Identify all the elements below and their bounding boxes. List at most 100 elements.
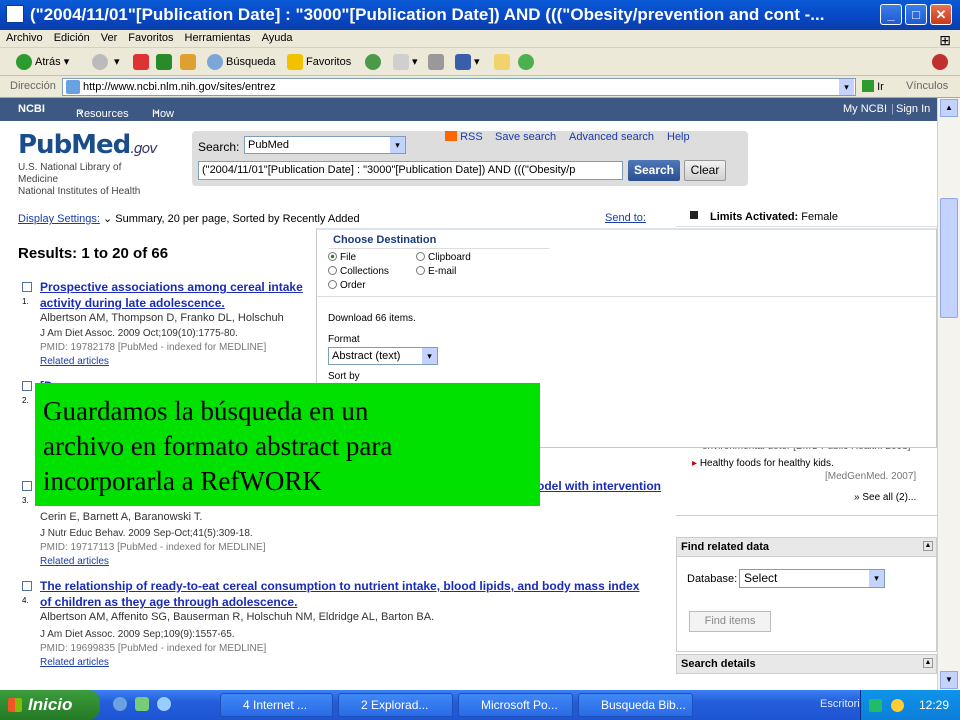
star-icon xyxy=(287,54,303,71)
page-icon xyxy=(66,80,80,94)
find-related-header: Find related data ▲ xyxy=(676,537,937,557)
window-title: ("2004/11/01"[Publication Date] : "3000"… xyxy=(30,5,825,24)
pubmed-logo[interactable]: PubMed.gov U.S. National Library of Medic… xyxy=(18,130,188,200)
address-input[interactable]: http://www.ncbi.nlm.nih.gov/sites/entrez… xyxy=(62,78,856,96)
result-pmid: PMID: 19717113 [PubMed - indexed for MED… xyxy=(40,542,266,553)
result-checkbox[interactable] xyxy=(22,381,32,391)
taskbar-item-busqueda[interactable]: Busqueda Bib... xyxy=(578,693,693,717)
quicklaunch-desktop-icon[interactable] xyxy=(135,697,149,711)
history-icon xyxy=(365,54,381,71)
result-checkbox[interactable] xyxy=(22,581,32,591)
related-articles-link[interactable]: Related articles xyxy=(40,657,109,668)
maximize-button[interactable]: □ xyxy=(905,4,927,25)
result-authors: Albertson AM, Affenito SG, Bauserman R, … xyxy=(40,611,435,623)
chevron-down-icon[interactable]: ⌄ xyxy=(103,213,112,225)
quicklaunch-messenger-icon[interactable] xyxy=(157,697,171,711)
history-button[interactable] xyxy=(365,52,384,72)
advanced-search-link[interactable]: Advanced search xyxy=(569,131,654,143)
database-dropdown[interactable]: Select ▾ xyxy=(739,569,885,588)
extension-icon xyxy=(932,54,948,71)
save-search-link[interactable]: Save search xyxy=(495,131,556,143)
rss-link[interactable]: RSS xyxy=(445,131,483,143)
search-input[interactable]: ("2004/11/01"[Publication Date] : "3000"… xyxy=(198,161,623,180)
dest-title: Choose Destination xyxy=(333,234,437,246)
nlm-line2: Medicine xyxy=(18,174,59,185)
search-button[interactable]: Search xyxy=(628,160,680,181)
messenger-button[interactable] xyxy=(518,52,537,72)
scrollbar-thumb[interactable] xyxy=(940,198,958,318)
format-select[interactable]: Abstract (text) ▾ xyxy=(328,347,438,365)
windows-flag-icon: ⊞ xyxy=(939,32,951,48)
menu-edicion[interactable]: Edición xyxy=(48,30,95,44)
related-articles-link[interactable]: Related articles xyxy=(40,356,109,367)
vertical-scrollbar[interactable]: ▲ ▼ xyxy=(937,98,960,690)
search-button[interactable]: Búsqueda xyxy=(207,52,276,72)
result-title[interactable]: odel with intervention xyxy=(537,478,667,494)
rss-icon xyxy=(445,131,457,141)
search-panel: Search: PubMed ▾ RSS Save search Advanced… xyxy=(192,131,748,186)
mail-button[interactable]: ▾ xyxy=(393,52,418,72)
howto-menu[interactable]: How To ⌄ xyxy=(152,103,174,132)
search-icon xyxy=(207,54,223,71)
minimize-button[interactable]: _ xyxy=(880,4,902,25)
stop-button[interactable] xyxy=(133,52,152,72)
taskbar-item-internet[interactable]: 4 Internet ... xyxy=(220,693,333,717)
radio-clipboard[interactable]: Clipboard xyxy=(416,252,471,263)
collapse-icon[interactable]: ▲ xyxy=(923,541,933,551)
refresh-button[interactable] xyxy=(156,52,175,72)
display-settings-link[interactable]: Display Settings: xyxy=(18,213,100,225)
related-articles-link[interactable]: Related articles xyxy=(40,556,109,567)
myncbi-link[interactable]: My NCBI xyxy=(843,103,887,115)
extension-button[interactable] xyxy=(932,52,951,72)
forward-button[interactable]: ▾ xyxy=(92,52,120,72)
edit-button[interactable]: ▾ xyxy=(455,52,480,72)
favorites-button[interactable]: Favoritos xyxy=(287,52,351,72)
result-item: 4. The relationship of ready-to-eat cere… xyxy=(22,578,672,670)
menu-favoritos[interactable]: Favoritos xyxy=(122,30,178,44)
taskbar-item-explorer[interactable]: 2 Explorad... xyxy=(338,693,453,717)
result-title[interactable]: The relationship of ready-to-eat cereal … xyxy=(40,578,680,610)
callout-line3: incorporarla a RefWORK xyxy=(43,466,322,496)
start-button[interactable]: Inicio xyxy=(0,690,100,720)
see-all-link[interactable]: » See all (2)... xyxy=(854,492,916,503)
browser-toolbar: Atrás ▾ ▾ Búsqueda Favoritos ▾ ▾ xyxy=(0,48,960,76)
chevron-down-icon: ▾ xyxy=(390,137,405,153)
print-button[interactable] xyxy=(428,52,447,72)
print-icon xyxy=(428,54,444,71)
taskbar-item-powerpoint[interactable]: Microsoft Po... xyxy=(458,693,573,717)
address-dropdown-icon[interactable]: ▾ xyxy=(839,79,854,95)
quicklaunch-ie-icon[interactable] xyxy=(113,697,127,711)
go-button[interactable]: Ir xyxy=(862,80,884,93)
close-button[interactable]: ✕ xyxy=(930,4,952,25)
alert-icon xyxy=(690,211,698,219)
menu-archivo[interactable]: Archivo xyxy=(0,30,48,44)
result-checkbox[interactable] xyxy=(22,481,32,491)
result-pmid: PMID: 19782178 [PubMed - indexed for MED… xyxy=(40,342,267,353)
radio-email[interactable]: E-mail xyxy=(416,266,456,277)
scroll-down-icon[interactable]: ▼ xyxy=(940,671,958,689)
clear-button[interactable]: Clear xyxy=(684,160,726,181)
menu-ver[interactable]: Ver xyxy=(95,30,123,44)
signin-link[interactable]: Sign In xyxy=(896,103,930,115)
tray-volume-icon[interactable] xyxy=(891,699,904,712)
folder-button[interactable] xyxy=(494,52,513,72)
menu-ayuda[interactable]: Ayuda xyxy=(256,30,298,44)
database-select[interactable]: PubMed ▾ xyxy=(244,136,406,154)
result-checkbox[interactable] xyxy=(22,282,32,292)
collapse-icon[interactable]: ▲ xyxy=(923,658,933,668)
help-link[interactable]: Help xyxy=(667,131,690,143)
radio-order[interactable]: Order xyxy=(328,280,366,291)
ncbi-logo[interactable]: NCBI xyxy=(18,103,45,115)
radio-collections[interactable]: Collections xyxy=(328,266,389,277)
tray-icon[interactable] xyxy=(869,699,882,712)
back-button[interactable]: Atrás ▾ xyxy=(16,52,69,72)
links-label[interactable]: Vínculos xyxy=(906,80,948,92)
related-item-healthy[interactable]: ▸ Healthy foods for healthy kids. xyxy=(692,458,834,469)
desktop-toolbar-label[interactable]: Escritorio xyxy=(820,698,866,710)
scroll-up-icon[interactable]: ▲ xyxy=(940,99,958,117)
home-button[interactable] xyxy=(180,52,199,72)
resources-menu[interactable]: Resources ⌄ xyxy=(76,103,129,120)
radio-file[interactable]: File xyxy=(328,252,356,263)
find-items-button[interactable]: Find items xyxy=(689,611,771,632)
menu-herramientas[interactable]: Herramientas xyxy=(179,30,256,44)
